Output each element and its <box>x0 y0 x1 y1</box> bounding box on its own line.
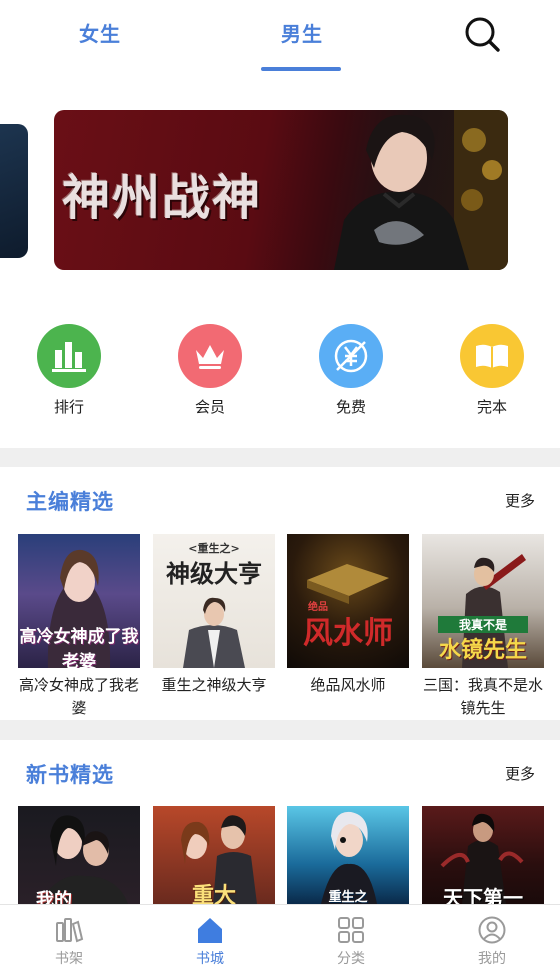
nav-label: 分类 <box>337 951 365 967</box>
category-icon <box>336 915 366 945</box>
quick-entry-vip[interactable]: 会员 <box>177 324 243 417</box>
search-button[interactable] <box>462 14 502 54</box>
section-divider <box>0 448 560 467</box>
book-cover-text: 重大 <box>191 884 236 904</box>
book-card[interactable]: 重大 <box>153 806 275 904</box>
crown-icon <box>178 324 242 388</box>
book-cover: 我的 <box>18 806 140 904</box>
book-cover-text: 我的 <box>36 890 72 904</box>
quick-entry-label: 会员 <box>194 398 225 416</box>
book-card[interactable]: 我真不是 水镜先生 三国：我真不是水镜先生 <box>422 534 544 720</box>
book-card[interactable]: 高冷女神成了我老婆 高冷女神成了我老婆 <box>18 534 140 720</box>
nav-label: 书城 <box>196 951 224 967</box>
book-cover-text: 高冷女神成了我老婆 <box>19 627 139 668</box>
book-cover: 高冷女神成了我老婆 <box>18 534 140 668</box>
tab-active-indicator <box>261 67 341 71</box>
book-cover-text: 风水师 <box>303 616 393 651</box>
ranking-icon <box>37 324 101 388</box>
nav-profile[interactable]: 我的 <box>462 915 522 968</box>
tab-female[interactable]: 女生 <box>79 18 121 47</box>
quick-entry-free[interactable]: 免费 <box>318 324 384 417</box>
nav-label: 书架 <box>55 951 83 967</box>
banner-carousel[interactable]: 神州战神 <box>54 110 508 270</box>
banner-character-illustration <box>334 110 508 270</box>
book-card[interactable]: <重生之> 神级大亨 重生之神级大亨 <box>153 534 275 697</box>
section-title-new-books: 新书精选 <box>26 763 114 787</box>
nav-bookstore[interactable]: 书城 <box>180 915 240 968</box>
quick-entry-ranking[interactable]: 排行 <box>36 324 102 417</box>
book-card[interactable]: 我的 <box>18 806 140 904</box>
book-title: 绝品风水师 <box>310 676 386 694</box>
banner-title: 神州战神 <box>62 170 263 226</box>
quick-entry-completed[interactable]: 完本 <box>459 324 525 417</box>
book-cover: <重生之> 神级大亨 <box>153 534 275 668</box>
quick-entry-label: 免费 <box>335 398 366 416</box>
book-cover-text: 重生之 <box>328 890 368 904</box>
book-title: 重生之神级大亨 <box>161 676 267 694</box>
quick-entry-label: 完本 <box>476 398 507 416</box>
book-cover: 重生之 <box>287 806 409 904</box>
book-cover-subtext: 绝品 <box>308 602 328 613</box>
quick-entry-label: 排行 <box>53 398 84 416</box>
book-title: 高冷女神成了我老婆 <box>18 676 139 717</box>
section-title-editor-picks: 主编精选 <box>26 490 114 514</box>
nav-category[interactable]: 分类 <box>321 915 381 968</box>
banner-slide-previous[interactable] <box>0 124 28 258</box>
book-title: 三国：我真不是水镜先生 <box>422 676 543 717</box>
book-cover: 天下第一 <box>422 806 544 904</box>
profile-icon <box>477 915 507 945</box>
book-card[interactable]: 天下第一 <box>422 806 544 904</box>
book-cover: 风水师 绝品 <box>287 534 409 668</box>
top-tab-bar: 女生 男生 <box>0 0 560 78</box>
yuan-icon <box>319 324 383 388</box>
book-icon <box>460 324 524 388</box>
section-divider <box>0 720 560 740</box>
book-cover-text: 水镜先生 <box>438 638 527 663</box>
editor-picks-more-link[interactable]: 更多 <box>505 490 535 511</box>
tab-male[interactable]: 男生 <box>281 18 323 47</box>
home-icon <box>195 915 225 945</box>
nav-label: 我的 <box>478 951 506 967</box>
bottom-navigation-bar: 书架 书城 分类 我的 <box>0 904 560 973</box>
book-card[interactable]: 风水师 绝品 绝品风水师 <box>287 534 409 697</box>
search-icon <box>465 17 500 52</box>
nav-bookshelf[interactable]: 书架 <box>39 915 99 968</box>
book-card[interactable]: 重生之 <box>287 806 409 904</box>
new-books-more-link[interactable]: 更多 <box>505 763 535 784</box>
book-cover: 我真不是 水镜先生 <box>422 534 544 668</box>
book-cover-text: 天下第一 <box>443 886 523 904</box>
book-cover-subtext: 我真不是 <box>438 616 528 633</box>
bookshelf-icon <box>54 915 84 945</box>
book-cover: 重大 <box>153 806 275 904</box>
